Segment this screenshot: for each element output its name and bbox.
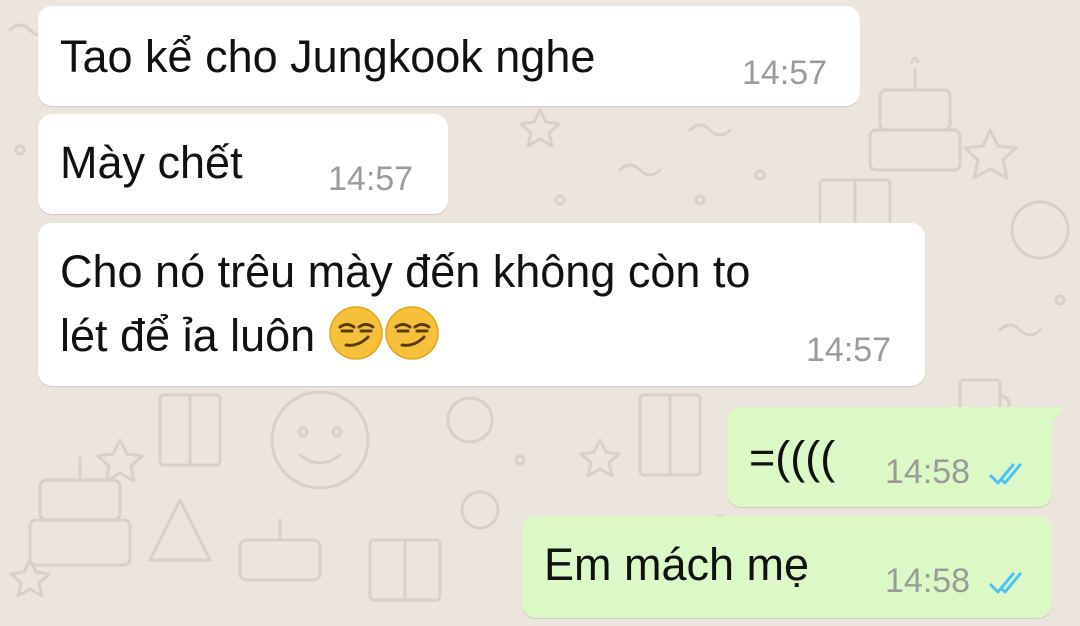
message-timestamp: 14:57 <box>806 331 892 369</box>
message-text: Mày chết <box>60 137 243 188</box>
message-bubble-incoming[interactable]: Mày chết 14:57 <box>38 114 448 214</box>
bubble-tail <box>1050 407 1066 425</box>
message-text: =(((( <box>749 432 836 483</box>
smirking-face-emoji-icon <box>328 306 383 360</box>
double-check-read-icon <box>989 463 1022 485</box>
message-bubble-incoming[interactable]: Tao kể cho Jungkook nghe 14:57 <box>38 6 860 106</box>
message-text-line2: lét để ỉa luôn <box>60 310 316 361</box>
message-text: Em mách mẹ <box>544 539 810 590</box>
message-text-line2-container: lét để ỉa luôn <box>60 305 440 365</box>
double-check-read-icon <box>989 572 1022 594</box>
message-bubble-incoming[interactable]: Cho nó trêu mày đến không còn to lét để … <box>38 223 925 386</box>
message-text: Tao kể cho Jungkook nghe <box>60 31 596 82</box>
smirking-face-emoji-icon <box>384 306 439 360</box>
message-text-line1: Cho nó trêu mày đến không còn to <box>60 246 751 297</box>
message-bubble-outgoing[interactable]: Em mách mẹ 14:58 <box>522 516 1052 618</box>
message-timestamp: 14:58 <box>885 453 971 491</box>
message-timestamp: 14:57 <box>742 54 828 92</box>
message-bubble-outgoing[interactable]: =(((( 14:58 <box>727 407 1066 507</box>
message-timestamp: 14:57 <box>328 160 414 198</box>
message-timestamp: 14:58 <box>885 562 971 600</box>
